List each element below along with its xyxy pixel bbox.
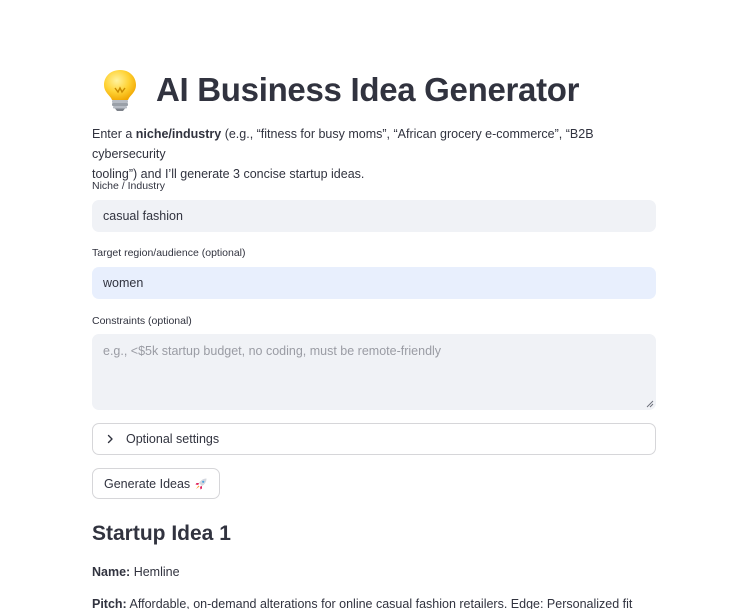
idea-1-name: Name: Hemline	[92, 565, 180, 579]
idea-1-pitch: Pitch: Affordable, on-demand alterations…	[92, 597, 632, 609]
chevron-right-icon	[107, 434, 113, 444]
optional-settings-expander[interactable]: Optional settings	[92, 423, 656, 455]
intro-bold: niche/industry	[135, 127, 222, 141]
niche-label: Niche / Industry	[92, 180, 165, 192]
idea-1-pitch-value: Affordable, on-demand alterations for on…	[129, 597, 633, 609]
constraints-textarea[interactable]: e.g., <$5k startup budget, no coding, mu…	[92, 334, 656, 410]
page-title-text: AI Business Idea Generator	[156, 71, 580, 108]
idea-1-name-value: Hemline	[133, 565, 180, 579]
intro-line2: tooling”) and I’ll generate 3 concise st…	[92, 167, 365, 181]
app-page: AI Business Idea Generator Enter a niche…	[0, 0, 748, 609]
intro-text: Enter a niche/industry (e.g., “fitness f…	[92, 124, 656, 184]
intro-prefix: Enter a	[92, 127, 136, 141]
idea-1-heading: Startup Idea 1	[92, 522, 231, 545]
idea-1-pitch-label: Pitch:	[92, 597, 127, 609]
optional-settings-label: Optional settings	[126, 432, 220, 446]
lightbulb-icon	[104, 70, 136, 111]
generate-ideas-button[interactable]: Generate Ideas	[92, 468, 221, 499]
idea-1-name-label: Name:	[92, 565, 131, 579]
constraints-label: Constraints (optional)	[92, 315, 192, 327]
niche-input[interactable]: casual fashion	[92, 200, 656, 232]
region-input[interactable]: women	[92, 267, 656, 299]
page-title: AI Business Idea Generator	[92, 68, 579, 112]
resize-handle-icon[interactable]	[646, 400, 654, 408]
constraints-placeholder: e.g., <$5k startup budget, no coding, mu…	[103, 344, 442, 358]
generate-ideas-label: Generate Ideas	[104, 476, 191, 491]
region-label: Target region/audience (optional)	[92, 247, 246, 259]
rocket-icon	[195, 478, 207, 489]
